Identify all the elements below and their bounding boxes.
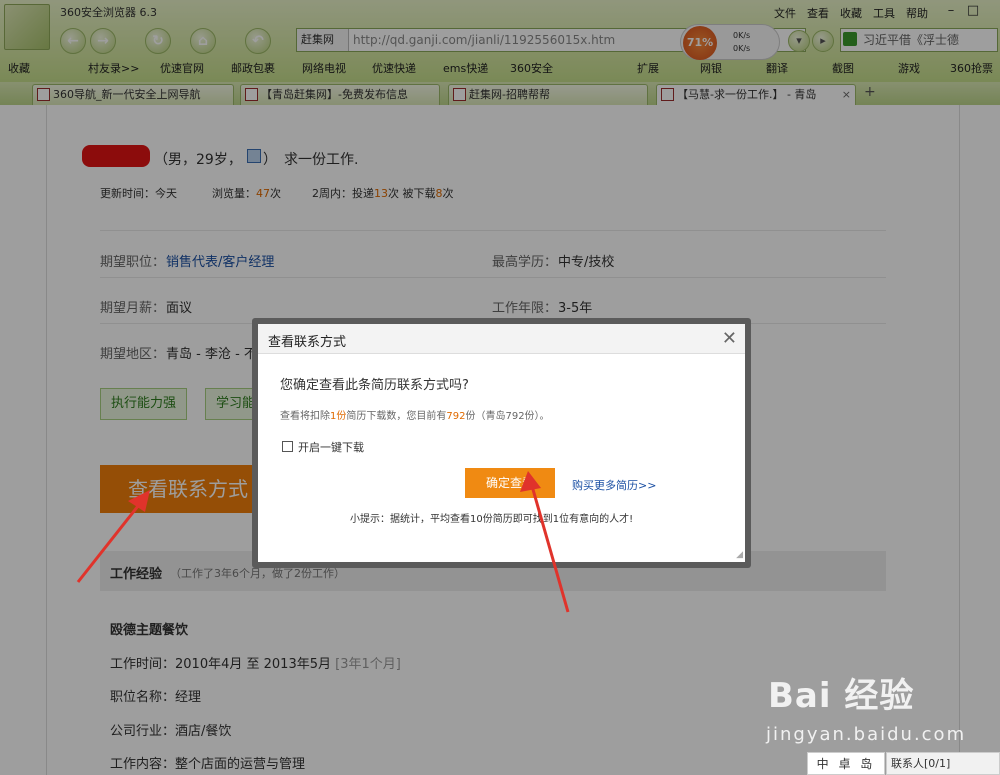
arrow-to-contact-button — [76, 490, 150, 583]
arrow-line — [76, 500, 144, 583]
arrow-head — [128, 490, 150, 512]
arrow-head — [520, 471, 541, 492]
annotation-layer — [76, 471, 570, 613]
arrow-to-confirm-button — [520, 471, 570, 613]
arrow-line — [530, 485, 570, 613]
